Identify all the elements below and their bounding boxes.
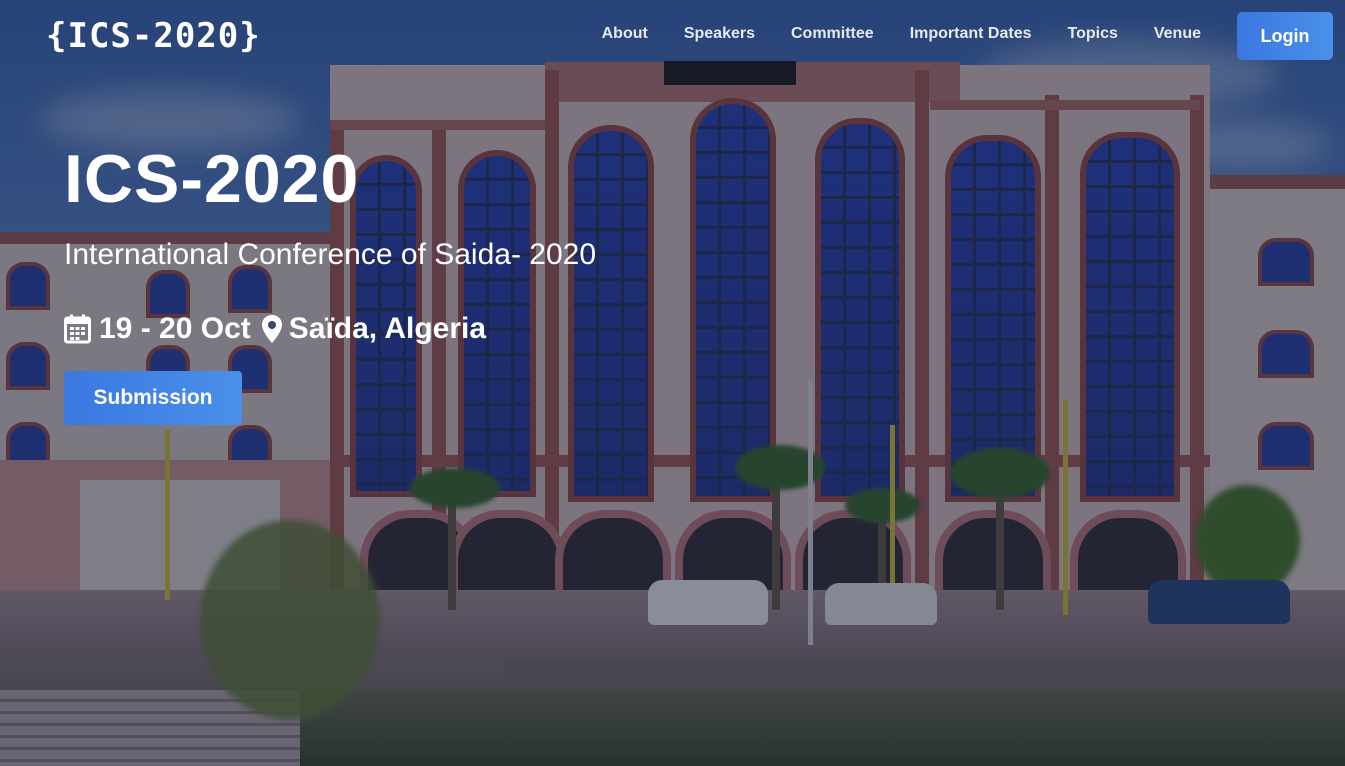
login-button[interactable]: Login [1237,12,1333,60]
nav-link-venue[interactable]: Venue [1154,25,1201,43]
submission-button[interactable]: Submission [64,371,242,425]
nav-link-important-dates[interactable]: Important Dates [910,25,1032,43]
site-logo[interactable]: {ICS-2020} [46,16,261,56]
event-date: 19 - 20 Oct [99,312,251,345]
event-meta: 19 - 20 Oct Saïda, Algeria [64,312,486,346]
nav-link-speakers[interactable]: Speakers [684,25,755,43]
event-location: Saïda, Algeria [288,312,487,345]
map-pin-icon [261,314,283,344]
nav-link-committee[interactable]: Committee [791,25,874,43]
hero-title: ICS-2020 [64,141,360,217]
calendar-icon [64,314,91,344]
nav-link-about[interactable]: About [602,25,648,43]
hero-subtitle: International Conference of Saida- 2020 [64,238,597,271]
nav-link-topics[interactable]: Topics [1067,25,1117,43]
main-nav: About Speakers Committee Important Dates… [602,25,1201,43]
